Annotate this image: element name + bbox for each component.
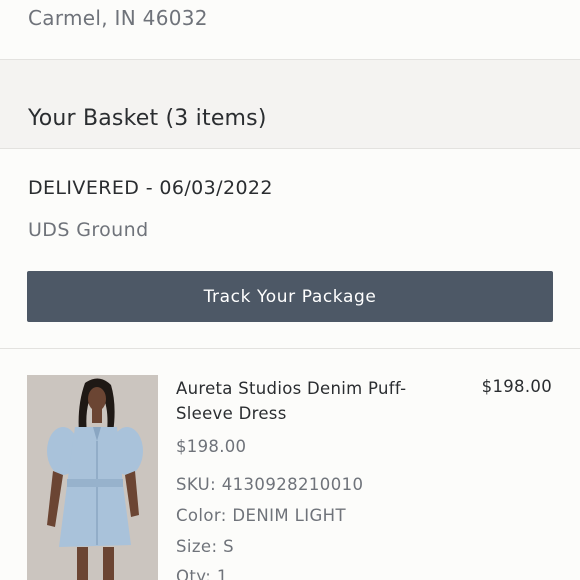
- product-color: Color: DENIM LIGHT: [176, 506, 346, 525]
- delivery-status: DELIVERED - 06/03/2022: [28, 177, 273, 199]
- shipping-method: UDS Ground: [28, 219, 149, 241]
- product-image[interactable]: [27, 375, 158, 580]
- unit-price: $198.00: [176, 437, 247, 456]
- basket-header: Your Basket (3 items): [0, 59, 580, 149]
- shipping-address: Carmel, IN 46032: [0, 0, 580, 60]
- product-sku: SKU: 4130928210010: [176, 475, 364, 494]
- order-details-page: Carmel, IN 46032 Your Basket (3 items) D…: [0, 0, 580, 580]
- line-total-price: $198.00: [481, 377, 552, 396]
- product-name[interactable]: Aureta Studios Denim Puff-Sleeve Dress: [176, 376, 446, 426]
- address-city-state-zip: Carmel, IN 46032: [28, 6, 208, 30]
- basket-title: Your Basket (3 items): [28, 106, 267, 131]
- product-quantity: Qty: 1: [176, 567, 228, 580]
- section-divider: [0, 348, 580, 349]
- product-size: Size: S: [176, 537, 234, 556]
- dress-photo-icon: [27, 375, 158, 580]
- track-package-button[interactable]: Track Your Package: [27, 271, 553, 322]
